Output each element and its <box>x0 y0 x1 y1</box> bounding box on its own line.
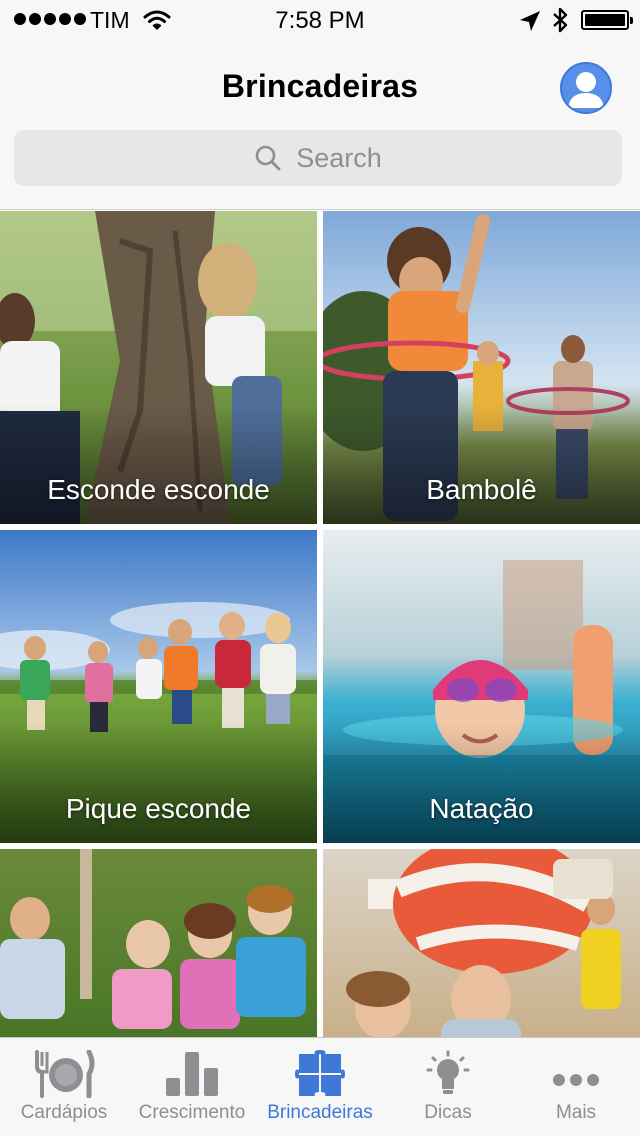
tab-mais[interactable]: Mais <box>512 1038 640 1136</box>
tab-label: Mais <box>555 1102 597 1123</box>
activity-photo <box>323 849 640 1037</box>
search-icon <box>255 145 281 171</box>
bar-chart-icon <box>166 1052 218 1096</box>
more-dots-icon <box>553 1074 599 1086</box>
clock-time: 7:58 PM <box>275 7 365 34</box>
tab-label: Cardápios <box>20 1102 108 1123</box>
user-profile-icon <box>568 72 604 108</box>
lightbulb-icon <box>426 1050 470 1094</box>
search-input[interactable]: Search <box>14 130 622 186</box>
activities-grid: Esconde esconde Bambolê Pique esconde Na… <box>0 211 640 1037</box>
activity-tile-esconde-esconde[interactable]: Esconde esconde <box>0 211 317 524</box>
puzzle-icon <box>295 1050 345 1096</box>
tab-brincadeiras[interactable]: Brincadeiras <box>256 1038 384 1136</box>
bluetooth-icon <box>553 7 568 33</box>
activity-label: Bambolê <box>426 474 537 505</box>
tab-crescimento[interactable]: Crescimento <box>128 1038 256 1136</box>
activity-label: Pique esconde <box>65 793 252 824</box>
activity-tile-6[interactable] <box>323 849 640 1037</box>
page-title: Brincadeiras <box>221 68 419 104</box>
activity-tile-bambole[interactable]: Bambolê <box>323 211 640 524</box>
location-arrow-icon <box>520 11 540 31</box>
status-bar: TIM 7:58 PM <box>0 0 640 40</box>
activity-tile-5[interactable] <box>0 849 317 1037</box>
tab-bar: Cardápios Crescimento Brincadeiras Dicas… <box>0 1037 640 1136</box>
activity-tile-natacao[interactable]: Natação <box>323 530 640 843</box>
navigation-bar: Brincadeiras Search <box>0 40 640 210</box>
tab-dicas[interactable]: Dicas <box>384 1038 512 1136</box>
tab-label: Crescimento <box>138 1102 246 1123</box>
profile-button[interactable] <box>560 62 612 114</box>
activity-label: Esconde esconde <box>47 474 270 505</box>
activity-photo <box>0 849 317 1037</box>
battery-icon <box>581 10 633 30</box>
tab-label: Brincadeiras <box>267 1102 373 1123</box>
activity-tile-pique-esconde[interactable]: Pique esconde <box>0 530 317 843</box>
tab-cardapios[interactable]: Cardápios <box>0 1038 128 1136</box>
search-placeholder: Search <box>296 142 382 173</box>
activity-label: Natação <box>429 793 534 824</box>
plate-utensils-icon <box>35 1050 95 1098</box>
tab-label: Dicas <box>424 1102 472 1123</box>
